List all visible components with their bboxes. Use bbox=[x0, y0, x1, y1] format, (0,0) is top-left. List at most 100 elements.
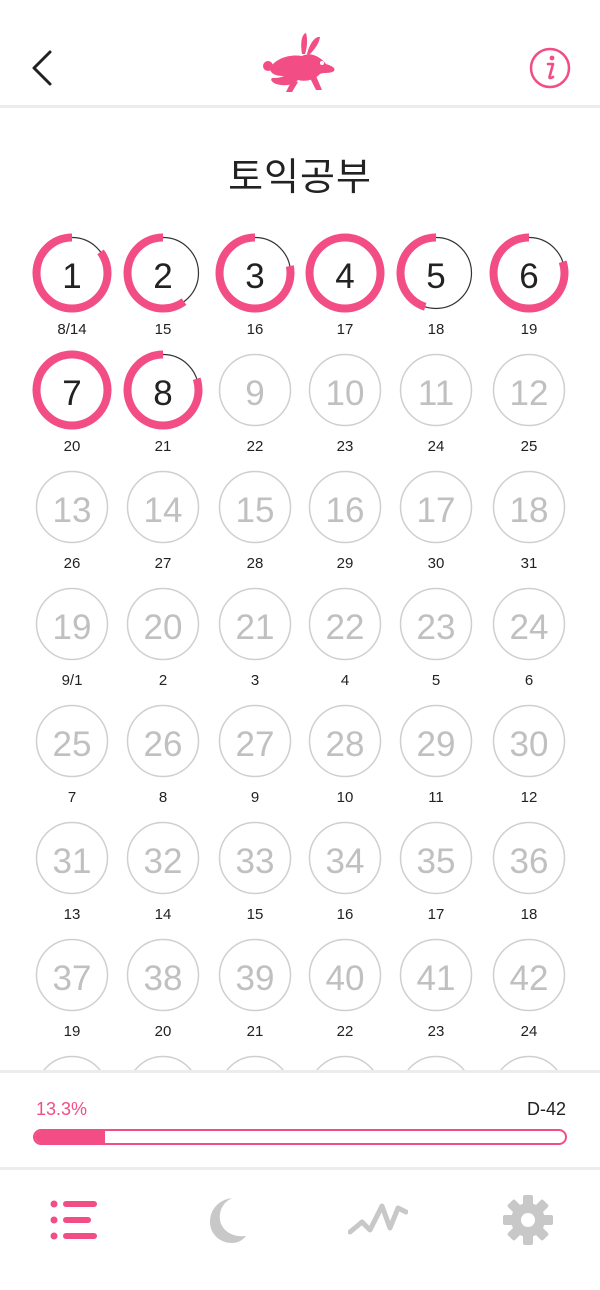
day-item[interactable]: 23 5 bbox=[390, 576, 482, 689]
day-number: 33 bbox=[235, 842, 275, 881]
day-item[interactable]: 22 4 bbox=[299, 576, 391, 689]
day-item[interactable]: 7 20 bbox=[26, 342, 118, 455]
day-date: 21 bbox=[246, 1023, 264, 1040]
day-number: 47 bbox=[390, 1054, 482, 1070]
gear-icon bbox=[503, 1195, 553, 1245]
day-item[interactable]: 15 28 bbox=[209, 459, 301, 572]
day-date: 6 bbox=[524, 672, 534, 689]
day-date: 9/1 bbox=[61, 672, 83, 689]
day-item[interactable]: 45 bbox=[209, 1044, 301, 1070]
day-item[interactable]: 5 18 bbox=[390, 225, 482, 338]
day-date: 2 bbox=[158, 672, 168, 689]
day-item[interactable]: 25 7 bbox=[26, 693, 118, 806]
day-item[interactable]: 19 9/1 bbox=[26, 576, 118, 689]
day-item[interactable]: 2 15 bbox=[117, 225, 209, 338]
day-item[interactable]: 30 12 bbox=[483, 693, 575, 806]
day-number: 9 bbox=[245, 374, 265, 413]
day-number: 31 bbox=[52, 842, 92, 881]
tab-stats[interactable] bbox=[347, 1192, 409, 1248]
day-item[interactable]: 17 30 bbox=[390, 459, 482, 572]
day-item[interactable]: 8 21 bbox=[117, 342, 209, 455]
tab-settings[interactable] bbox=[500, 1192, 556, 1248]
day-item[interactable]: 41 23 bbox=[390, 927, 482, 1040]
day-number: 16 bbox=[325, 491, 365, 530]
day-grid: 1 8/14 2 15 3 16 4 17 5 18 6 19 7 20 8 21 9 22 10 23 11 24 12 2… bbox=[0, 225, 600, 1070]
day-number: 38 bbox=[143, 959, 183, 998]
day-number: 8 bbox=[153, 374, 173, 413]
day-item[interactable]: 32 14 bbox=[117, 810, 209, 923]
day-date: 11 bbox=[428, 789, 444, 806]
day-item[interactable]: 16 29 bbox=[299, 459, 391, 572]
page-title: 토익공부 bbox=[228, 155, 372, 199]
day-item[interactable]: 6 19 bbox=[483, 225, 575, 338]
day-number: 22 bbox=[325, 608, 365, 647]
day-item[interactable]: 3 16 bbox=[209, 225, 301, 338]
day-item[interactable]: 39 21 bbox=[209, 927, 301, 1040]
day-date: 19 bbox=[63, 1023, 81, 1040]
day-item[interactable]: 43 bbox=[26, 1044, 118, 1070]
progress-footer: 13.3% D-42 bbox=[0, 1070, 600, 1170]
day-item[interactable]: 4 17 bbox=[299, 225, 391, 338]
day-item[interactable]: 46 bbox=[299, 1044, 391, 1070]
day-date: 4 bbox=[340, 672, 350, 689]
moon-icon bbox=[210, 1198, 246, 1243]
day-item[interactable]: 24 6 bbox=[483, 576, 575, 689]
day-date: 18 bbox=[520, 906, 538, 923]
day-number: 1 bbox=[62, 257, 82, 296]
progress-percent: 13.3% bbox=[36, 1099, 88, 1119]
day-item[interactable]: 34 16 bbox=[299, 810, 391, 923]
day-item[interactable]: 33 15 bbox=[209, 810, 301, 923]
day-date: 13 bbox=[63, 906, 81, 923]
day-number: 30 bbox=[509, 725, 549, 764]
day-item[interactable]: 14 27 bbox=[117, 459, 209, 572]
day-date: 8/14 bbox=[57, 321, 87, 338]
day-number: 11 bbox=[417, 374, 455, 413]
day-item[interactable]: 12 25 bbox=[483, 342, 575, 455]
day-item[interactable]: 40 22 bbox=[299, 927, 391, 1040]
day-item[interactable]: 35 17 bbox=[390, 810, 482, 923]
back-button[interactable] bbox=[22, 40, 62, 96]
activity-chart-icon bbox=[347, 1203, 409, 1235]
day-item[interactable]: 37 19 bbox=[26, 927, 118, 1040]
day-date: 24 bbox=[427, 438, 445, 455]
day-date: 16 bbox=[336, 906, 354, 923]
day-item[interactable]: 26 8 bbox=[117, 693, 209, 806]
day-number: 20 bbox=[143, 608, 183, 647]
day-item[interactable]: 20 2 bbox=[117, 576, 209, 689]
day-item[interactable]: 36 18 bbox=[483, 810, 575, 923]
day-number: 25 bbox=[52, 725, 92, 764]
day-date: 22 bbox=[336, 1023, 354, 1040]
day-item[interactable]: 1 8/14 bbox=[26, 225, 118, 338]
day-date: 26 bbox=[63, 555, 81, 572]
day-number: 19 bbox=[52, 608, 92, 647]
day-number: 44 bbox=[117, 1054, 209, 1070]
day-item[interactable]: 10 23 bbox=[299, 342, 391, 455]
day-item[interactable]: 47 bbox=[390, 1044, 482, 1070]
day-item[interactable]: 27 9 bbox=[209, 693, 301, 806]
day-item[interactable]: 42 24 bbox=[483, 927, 575, 1040]
day-item[interactable]: 48 bbox=[483, 1044, 575, 1070]
day-item[interactable]: 31 13 bbox=[26, 810, 118, 923]
info-button[interactable] bbox=[526, 44, 574, 92]
day-item[interactable]: 28 10 bbox=[299, 693, 391, 806]
day-item[interactable]: 13 26 bbox=[26, 459, 118, 572]
day-item[interactable]: 21 3 bbox=[209, 576, 301, 689]
day-item[interactable]: 38 20 bbox=[117, 927, 209, 1040]
tab-sleep[interactable] bbox=[198, 1192, 254, 1248]
day-number: 40 bbox=[325, 959, 365, 998]
day-number: 12 bbox=[509, 374, 549, 413]
day-number: 14 bbox=[143, 491, 183, 530]
day-item[interactable]: 44 bbox=[117, 1044, 209, 1070]
day-item[interactable]: 11 24 bbox=[390, 342, 482, 455]
day-number: 45 bbox=[209, 1054, 301, 1070]
d-day-counter: D-42 bbox=[526, 1099, 566, 1119]
day-item[interactable]: 18 31 bbox=[483, 459, 575, 572]
day-item[interactable]: 29 11 bbox=[390, 693, 482, 806]
day-number: 18 bbox=[509, 491, 549, 530]
day-item[interactable]: 9 22 bbox=[209, 342, 301, 455]
tab-list[interactable] bbox=[46, 1192, 102, 1248]
day-date: 10 bbox=[336, 789, 354, 806]
day-date: 28 bbox=[246, 555, 264, 572]
day-number: 17 bbox=[416, 491, 456, 530]
day-date: 19 bbox=[520, 321, 538, 338]
